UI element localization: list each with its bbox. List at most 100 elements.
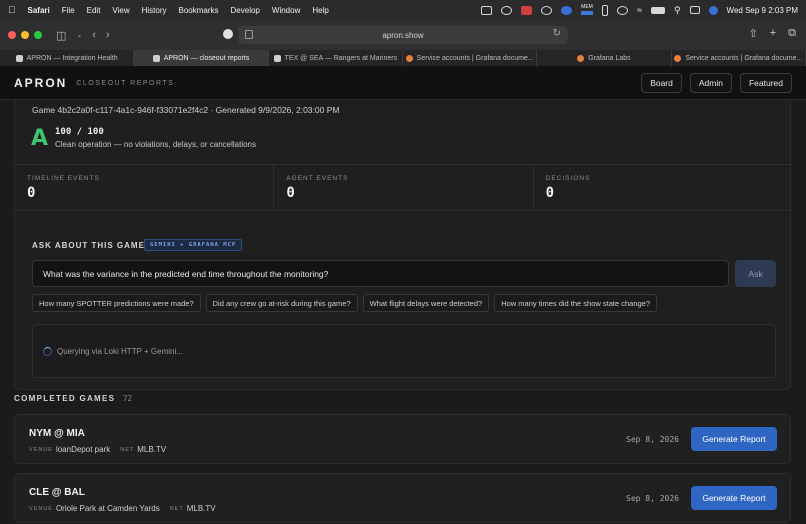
ask-button[interactable]: Ask (735, 260, 776, 287)
generate-report-button[interactable]: Generate Report (691, 486, 777, 510)
tab-grafana-labs[interactable]: Grafana Labs (537, 50, 672, 66)
main-nav: Board Admin Featured (641, 72, 792, 93)
menu-edit[interactable]: Edit (87, 6, 101, 15)
window-controls (8, 31, 42, 39)
tab-label: Service accounts | Grafana docume... (685, 54, 803, 62)
new-tab-icon[interactable]: + (770, 27, 776, 40)
address-bar[interactable]: apron.show ↻ (238, 26, 568, 44)
wifi-icon[interactable]: ≈ (637, 5, 642, 15)
nav-featured-button[interactable]: Featured (739, 72, 792, 93)
game-title: NYM @ MIA (29, 428, 85, 439)
browser-toolbar: ◫ ⌄ ‹ › apron.show ↻ ⇧ + ⧉ (0, 20, 806, 50)
menu-app-name[interactable]: Safari (28, 6, 50, 15)
vpn-icon[interactable] (561, 5, 572, 15)
toolbar-right: ⇧ + ⧉ (748, 27, 796, 40)
game-meta: Game 4b2c2a0f-c117-4a1c-946f-f33071e2f4c… (32, 105, 340, 115)
net-value: MLB.TV (186, 504, 216, 513)
memory-label: MEM (581, 4, 593, 10)
favicon-icon (152, 54, 160, 62)
tab-label: TEX @ SEA — Rangers at Mariners (284, 54, 398, 62)
apple-icon[interactable]:  (8, 5, 16, 16)
score-description: Clean operation — no violations, delays,… (55, 140, 257, 149)
memory-bar (581, 11, 593, 15)
menu-history[interactable]: History (142, 6, 167, 15)
grafana-favicon-icon (577, 54, 585, 62)
favicon-icon (273, 54, 281, 62)
tab-grafana-service-accounts-2[interactable]: Service accounts | Grafana docume... (672, 50, 806, 66)
siri-icon[interactable] (708, 5, 718, 15)
clock-icon[interactable] (617, 5, 628, 15)
stats-row: TIMELINE EVENTS 0 AGENT EVENTS 0 DECISIO… (15, 164, 792, 211)
suggestion-chip[interactable]: How many times did the show state change… (494, 294, 658, 312)
battery-icon[interactable] (650, 6, 665, 14)
back-button[interactable]: ‹ (92, 29, 96, 41)
menu-file[interactable]: File (62, 6, 75, 15)
venue-label: VENUE (29, 446, 53, 453)
stat-value: 0 (545, 185, 555, 201)
nav-board-button[interactable]: Board (641, 72, 682, 93)
venue-label: VENUE (29, 505, 53, 512)
tab-bar: APRON — Integration Health APRON — close… (0, 50, 806, 66)
menu-develop[interactable]: Develop (231, 6, 260, 15)
network-icon[interactable] (541, 5, 552, 15)
tab-label: Grafana Labs (588, 54, 631, 62)
ask-title: ASK ABOUT THIS GAME (32, 241, 145, 250)
minimize-window-button[interactable] (21, 31, 29, 39)
reload-icon[interactable]: ↻ (553, 28, 561, 39)
spotlight-icon[interactable]: ⚲ (674, 5, 681, 16)
zoom-window-button[interactable] (34, 31, 42, 39)
answer-box: Querying via Loki HTTP + Gemini... (32, 324, 776, 378)
game-title: CLE @ BAL (29, 487, 85, 498)
venue-value: Oriole Park at Camden Yards (55, 504, 160, 513)
tab-closeout-reports[interactable]: APRON — closeout reports (134, 50, 269, 66)
tab-grafana-service-accounts[interactable]: Service accounts | Grafana docume... (403, 50, 538, 66)
chevron-down-icon[interactable]: ⌄ (76, 31, 82, 39)
app-header: APRON CLOSEOUT REPORTS Board Admin Featu… (0, 66, 806, 100)
sidebar-toggle-icon[interactable]: ◫ (56, 29, 66, 42)
dropbox-icon[interactable] (521, 5, 532, 15)
status-icons: MEM ≈ ⚲ Wed Sep 9 2:03 PM (481, 4, 798, 16)
menu-view[interactable]: View (112, 6, 129, 15)
menu-window[interactable]: Window (272, 6, 300, 15)
suggestion-chip[interactable]: Did any crew go at-risk during this game… (205, 294, 358, 312)
menu-help[interactable]: Help (312, 6, 328, 15)
suggestion-chip[interactable]: How many SPOTTER predictions were made? (32, 294, 201, 312)
stat-timeline-events: TIMELINE EVENTS 0 (15, 165, 275, 210)
tab-tex-sea[interactable]: TEX @ SEA — Rangers at Mariners (269, 50, 403, 66)
net-label: NET (120, 446, 135, 453)
grade-letter: A (31, 126, 49, 151)
completed-games-count: 72 (123, 394, 133, 403)
completed-games-title: COMPLETED GAMES (14, 394, 116, 403)
suggestion-chip[interactable]: What flight delays were detected? (362, 294, 490, 312)
screen-icon[interactable] (481, 5, 492, 15)
record-icon[interactable] (501, 5, 512, 15)
generate-report-button[interactable]: Generate Report (691, 427, 777, 451)
forward-button[interactable]: › (106, 29, 110, 41)
net-value: MLB.TV (137, 445, 167, 454)
menu-clock[interactable]: Wed Sep 9 2:03 PM (727, 6, 798, 15)
menu-bookmarks[interactable]: Bookmarks (179, 6, 219, 15)
close-window-button[interactable] (8, 31, 16, 39)
control-center-icon[interactable] (689, 6, 700, 14)
share-icon[interactable]: ⇧ (748, 27, 757, 40)
game-date: Sep 8, 2026 (626, 494, 679, 503)
extension-icon[interactable] (223, 29, 233, 39)
stat-value: 0 (286, 185, 295, 201)
tab-integration-health[interactable]: APRON — Integration Health (0, 50, 135, 66)
score: 100 / 100 (55, 127, 104, 137)
phone-icon[interactable] (602, 4, 608, 16)
memory-indicator[interactable]: MEM (581, 5, 593, 15)
game-card: NYM @ MIA VENUE loanDepot park NET MLB.T… (14, 414, 791, 464)
venue-value: loanDepot park (55, 445, 111, 454)
stat-label: DECISIONS (545, 175, 591, 182)
nav-admin-button[interactable]: Admin (689, 72, 732, 93)
brand-logo[interactable]: APRON (14, 76, 67, 90)
main-content: Game 4b2c2a0f-c117-4a1c-946f-f33071e2f4c… (0, 100, 806, 524)
net-label: NET (169, 505, 184, 512)
stat-label: AGENT EVENTS (286, 175, 349, 182)
ask-question-input[interactable] (32, 260, 729, 287)
game-card: CLE @ BAL VENUE Oriole Park at Camden Ya… (14, 473, 791, 523)
answer-status: Querying via Loki HTTP + Gemini... (57, 347, 183, 356)
tab-overview-icon[interactable]: ⧉ (788, 27, 796, 40)
stat-label: TIMELINE EVENTS (27, 175, 100, 182)
